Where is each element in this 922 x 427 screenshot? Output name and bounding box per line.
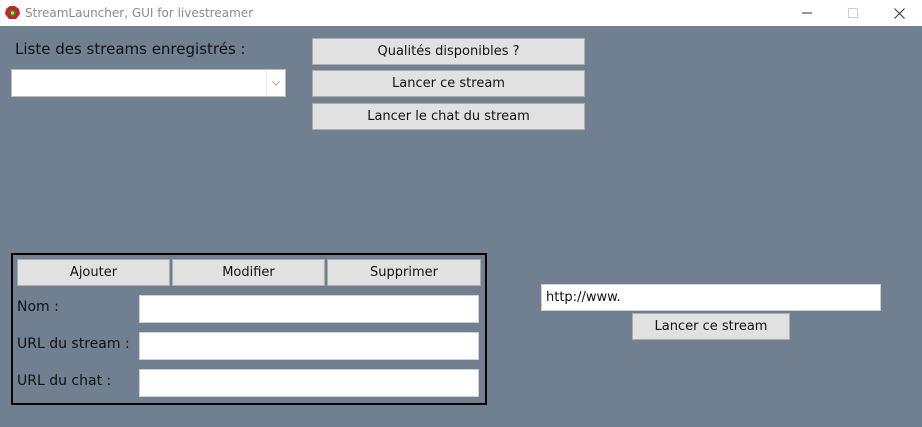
close-button[interactable] — [876, 0, 922, 26]
stream-select-arrow[interactable] — [266, 70, 285, 96]
window-title: StreamLauncher, GUI for livestreamer — [25, 6, 254, 20]
close-icon — [893, 7, 905, 19]
launch-chat-button[interactable]: Lancer le chat du stream — [312, 103, 585, 130]
stream-url-field[interactable] — [139, 332, 479, 360]
add-button[interactable]: Ajouter — [17, 259, 170, 286]
launch-stream-button[interactable]: Lancer ce stream — [312, 70, 585, 97]
quick-launch-button[interactable]: Lancer ce stream — [632, 313, 790, 340]
stream-editor-panel: Ajouter Modifier Supprimer Nom : URL du … — [11, 253, 487, 405]
name-field[interactable] — [139, 295, 479, 323]
app-logo-icon — [5, 6, 20, 19]
minimize-button[interactable] — [784, 0, 830, 26]
stream-url-label: URL du stream : — [17, 336, 130, 352]
name-label: Nom : — [17, 299, 59, 315]
maximize-icon — [848, 8, 858, 18]
title-bar: StreamLauncher, GUI for livestreamer — [0, 0, 922, 26]
modify-button[interactable]: Modifier — [172, 259, 325, 286]
qualities-button[interactable]: Qualités disponibles ? — [312, 38, 585, 65]
main-area: Liste des streams enregistrés : Qualités… — [0, 26, 922, 427]
quick-url-field[interactable]: http://www. — [541, 284, 881, 311]
delete-button[interactable]: Supprimer — [327, 259, 481, 286]
chat-url-label: URL du chat : — [17, 373, 112, 389]
stream-select[interactable] — [11, 69, 286, 97]
stream-list-label: Liste des streams enregistrés : — [15, 40, 246, 58]
maximize-button[interactable] — [830, 0, 876, 26]
chevron-down-icon — [272, 80, 280, 86]
chat-url-field[interactable] — [139, 369, 479, 397]
minimize-icon — [802, 12, 812, 14]
